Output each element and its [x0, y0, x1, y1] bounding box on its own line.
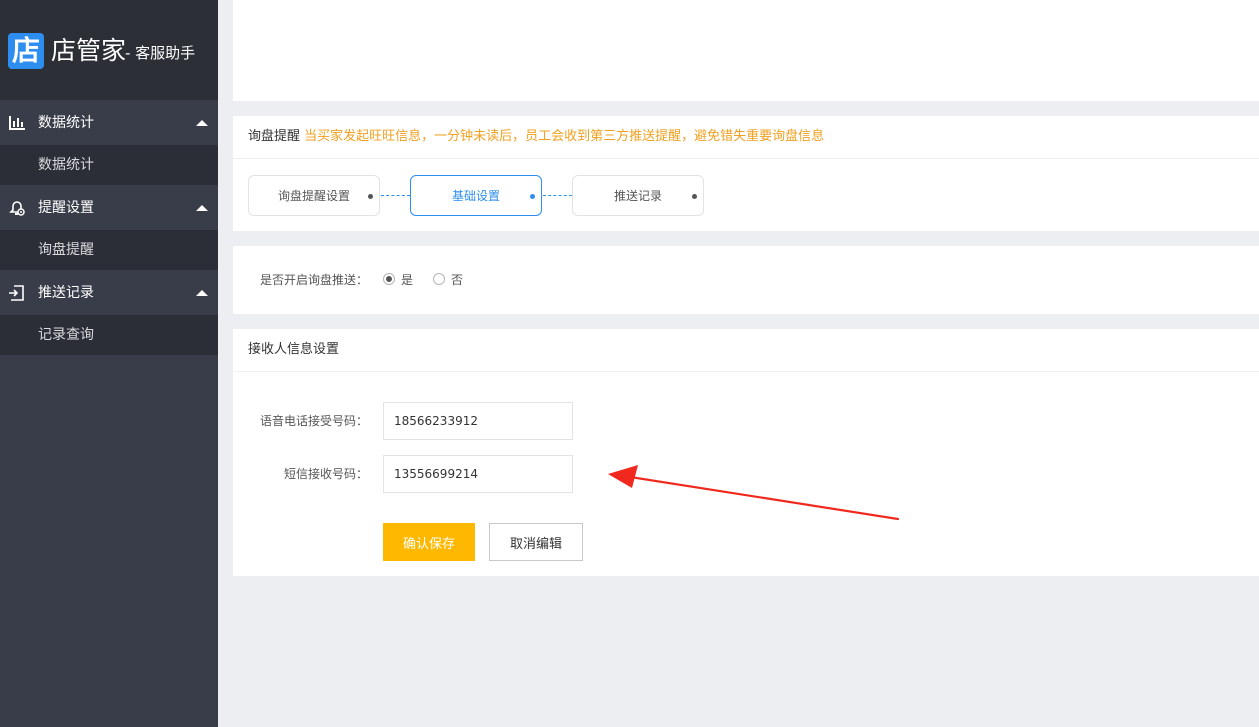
section-title: 接收人信息设置 [248, 342, 340, 357]
sidebar-group-data-stats[interactable]: 数据统计 [0, 100, 218, 145]
step-basic-settings[interactable]: 基础设置 [410, 175, 542, 216]
step-dot-icon [692, 194, 697, 199]
header-panel [233, 0, 1259, 101]
sidebar-group-label: 推送记录 [38, 285, 94, 301]
push-toggle-label: 是否开启询盘推送： [260, 273, 369, 287]
receiver-panel: 接收人信息设置 语音电话接受号码： 短信接收号码： 确认保存 取消编辑 [233, 329, 1259, 576]
step-connector [543, 195, 572, 196]
save-button[interactable]: 确认保存 [383, 523, 475, 561]
sidebar-group-label: 数据统计 [38, 115, 94, 131]
sidebar-item-label: 询盘提醒 [38, 242, 94, 258]
radio-yes[interactable] [383, 273, 395, 285]
step-connector [381, 195, 410, 196]
step-label: 基础设置 [451, 189, 500, 203]
caret-up-icon [196, 290, 208, 296]
sms-number-label: 短信接收号码： [284, 467, 369, 481]
step-label: 推送记录 [613, 189, 662, 203]
radio-no[interactable] [433, 273, 445, 285]
push-record-icon [9, 285, 24, 301]
radio-yes-label[interactable]: 是 [401, 270, 413, 290]
step-push-records[interactable]: 推送记录 [572, 175, 704, 216]
step-inquiry-reminder-settings[interactable]: 询盘提醒设置 [248, 175, 380, 216]
step-label: 询盘提醒设置 [277, 189, 350, 203]
sms-number-input[interactable] [383, 455, 573, 493]
sidebar-group-reminder-settings[interactable]: 提醒设置 [0, 185, 218, 230]
caret-up-icon [196, 205, 208, 211]
brand-name: 店管家 [51, 36, 127, 65]
alarm-gear-icon [9, 201, 25, 216]
sidebar: 店 店管家 - 客服助手 数据统计 数据统计 提醒设置 询盘提醒 推送记录 记录… [0, 0, 218, 727]
divider [233, 371, 1259, 372]
annotation-arrow-icon [608, 465, 900, 521]
radio-no-label[interactable]: 否 [451, 270, 463, 290]
steps-panel: 询盘提醒 当买家发起旺旺信息，一分钟未读后，员工会收到第三方推送提醒，避免错失重… [233, 116, 1259, 231]
step-dot-icon [530, 194, 535, 199]
store-logo-icon: 店 [8, 33, 44, 69]
brand-subtitle: - 客服助手 [125, 44, 196, 62]
notice-title: 询盘提醒 [248, 129, 301, 144]
notice-description: 当买家发起旺旺信息，一分钟未读后，员工会收到第三方推送提醒，避免错失重要询盘信息 [304, 129, 825, 144]
notice-bar: 询盘提醒 当买家发起旺旺信息，一分钟未读后，员工会收到第三方推送提醒，避免错失重… [248, 126, 824, 148]
sidebar-item-data-stats[interactable]: 数据统计 [0, 145, 218, 185]
cancel-button[interactable]: 取消编辑 [489, 523, 583, 561]
logo: 店 店管家 - 客服助手 [0, 0, 218, 100]
sidebar-group-label: 提醒设置 [38, 200, 94, 216]
divider [233, 158, 1259, 159]
sidebar-item-record-query[interactable]: 记录查询 [0, 315, 218, 355]
voice-number-label: 语音电话接受号码： [260, 414, 369, 428]
sidebar-group-push-records[interactable]: 推送记录 [0, 270, 218, 315]
voice-number-input[interactable] [383, 402, 573, 440]
caret-up-icon [196, 120, 208, 126]
push-toggle-panel: 是否开启询盘推送： 是 否 [233, 246, 1259, 314]
sidebar-item-label: 记录查询 [38, 327, 94, 343]
bar-chart-icon [9, 116, 25, 130]
step-dot-icon [368, 194, 373, 199]
sidebar-item-label: 数据统计 [38, 157, 94, 173]
sidebar-item-inquiry-reminder[interactable]: 询盘提醒 [0, 230, 218, 270]
